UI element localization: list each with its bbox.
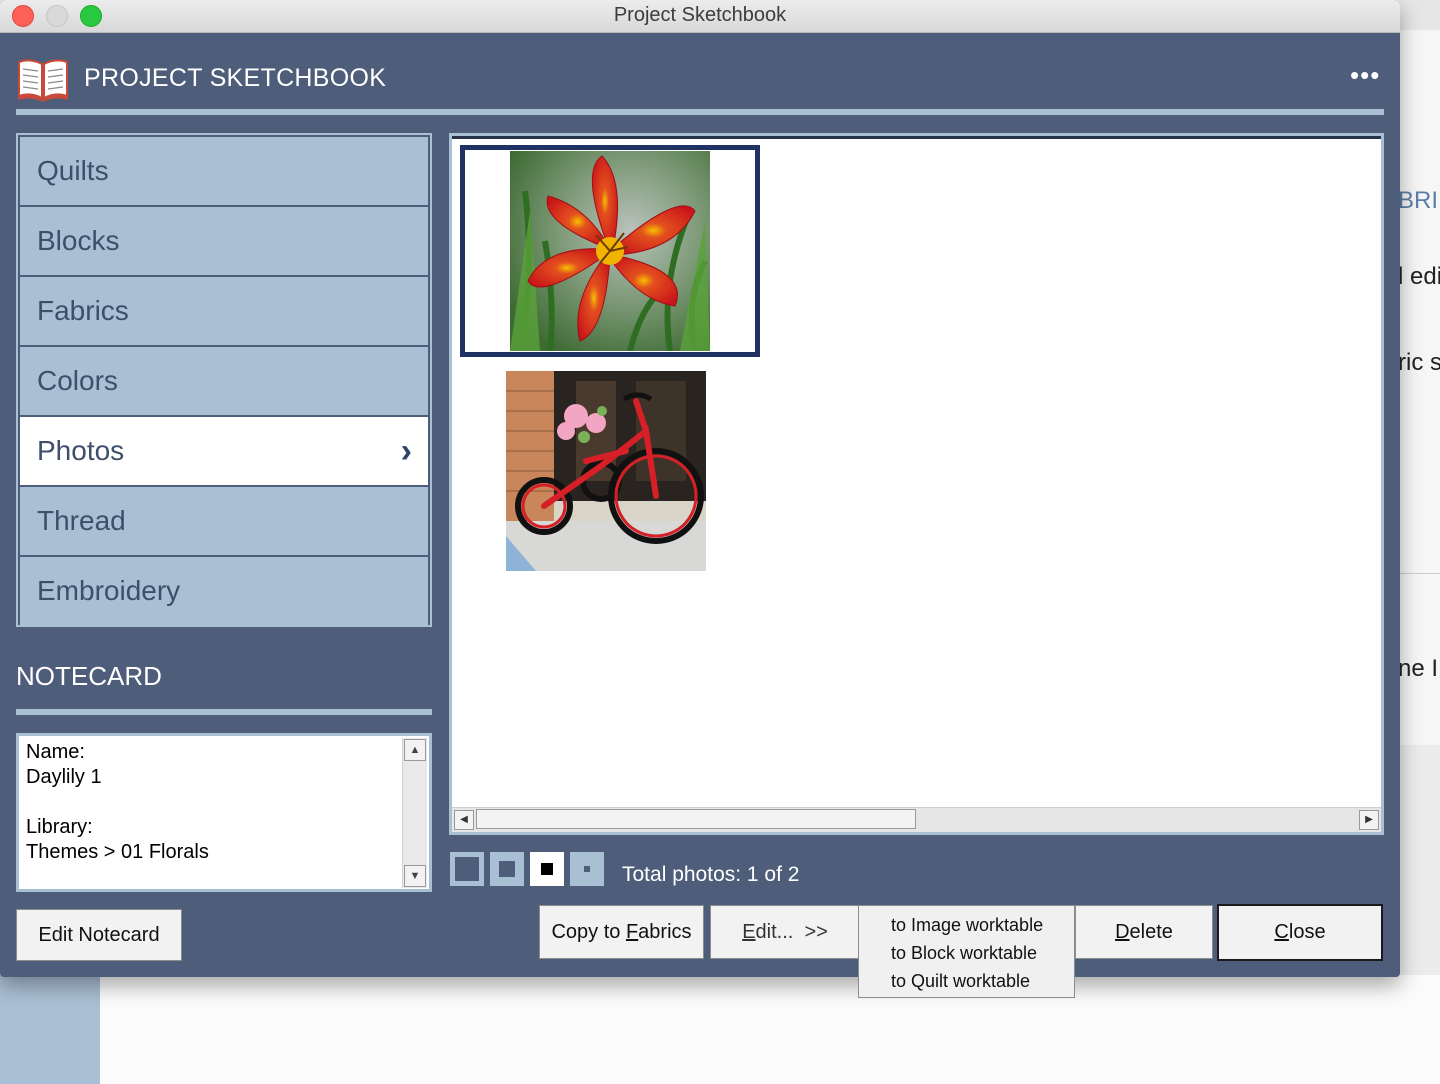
edit-dropdown-button[interactable]: Edit... >> xyxy=(710,905,860,959)
red-daylily-photo xyxy=(510,151,710,351)
title-bar[interactable]: Project Sketchbook xyxy=(0,0,1400,33)
view-large-thumbnails-button[interactable] xyxy=(450,852,484,886)
edit-menu: to Image worktable to Block worktable to… xyxy=(858,905,1075,998)
notecard-title: NOTECARD xyxy=(16,661,162,691)
close-button[interactable]: Close xyxy=(1217,904,1383,961)
category-embroidery[interactable]: Embroidery xyxy=(20,557,428,625)
background-window-edge xyxy=(1400,0,1440,30)
category-thread[interactable]: Thread xyxy=(20,487,428,555)
category-quilts[interactable]: Quilts xyxy=(20,137,428,205)
background-divider xyxy=(1396,573,1440,574)
background-window: BRI l edi ric s ne I xyxy=(1396,30,1440,745)
category-fabrics[interactable]: Fabrics xyxy=(20,277,428,345)
category-label: Embroidery xyxy=(37,575,181,606)
button-label: abrics xyxy=(638,921,692,943)
category-colors[interactable]: Colors xyxy=(20,347,428,415)
background-sidebar xyxy=(0,975,100,1084)
button-label: elete xyxy=(1129,921,1173,943)
category-label: Photos xyxy=(37,435,125,466)
photo-thumbnail-selected[interactable] xyxy=(460,145,760,357)
category-label: Blocks xyxy=(37,225,120,256)
category-photos[interactable]: Photos › xyxy=(20,417,428,485)
header-title: PROJECT SKETCHBOOK xyxy=(84,64,387,92)
button-mnemonic: C xyxy=(1274,921,1289,943)
edit-notecard-button[interactable]: Edit Notecard xyxy=(16,909,182,961)
view-small-thumbnails-button[interactable] xyxy=(530,852,564,886)
button-mnemonic: E xyxy=(742,921,756,943)
view-medium-thumbnails-button[interactable] xyxy=(490,852,524,886)
background-text-fragment: ric s xyxy=(1398,349,1440,376)
background-text-fragment: BRI xyxy=(1398,187,1439,214)
category-label: Colors xyxy=(37,365,118,396)
menu-item-to-quilt-worktable[interactable]: to Quilt worktable xyxy=(891,971,1030,992)
button-mnemonic: D xyxy=(1115,921,1130,943)
more-options-icon[interactable]: ••• xyxy=(1350,62,1386,88)
notecard-text-box[interactable]: Name: Daylily 1 Library: Themes > 01 Flo… xyxy=(16,733,432,892)
photo-gallery: ◀ ▶ xyxy=(449,133,1384,835)
notecard-text: Name: Daylily 1 Library: Themes > 01 Flo… xyxy=(26,741,209,863)
gallery-top-border xyxy=(452,136,1381,139)
scroll-up-icon[interactable]: ▲ xyxy=(404,739,426,761)
smallest-square-icon xyxy=(584,866,590,872)
menu-item-to-image-worktable[interactable]: to Image worktable xyxy=(891,915,1043,936)
scroll-right-icon[interactable]: ▶ xyxy=(1359,810,1379,830)
delete-button[interactable]: Delete xyxy=(1075,905,1213,959)
category-label: Fabrics xyxy=(37,295,129,326)
project-sketchbook-window: Project Sketchbook PROJECT SKETCHBOOK ••… xyxy=(0,0,1400,998)
copy-to-fabrics-button[interactable]: Copy to Fabrics xyxy=(539,905,704,959)
button-label: dit... >> xyxy=(755,921,828,943)
header-divider xyxy=(16,109,1384,115)
gallery-horizontal-scrollbar[interactable]: ◀ ▶ xyxy=(452,807,1381,832)
open-book-icon xyxy=(18,59,68,102)
notecard-divider xyxy=(16,709,432,715)
category-blocks[interactable]: Blocks xyxy=(20,207,428,275)
notecard-scrollbar[interactable]: ▲ ▼ xyxy=(402,738,427,888)
large-square-icon xyxy=(455,857,479,881)
background-area xyxy=(0,975,1440,1084)
window-title: Project Sketchbook xyxy=(613,4,787,26)
total-photos-count: Total photos: 1 of 2 xyxy=(622,863,800,886)
medium-square-icon xyxy=(499,861,515,877)
button-mnemonic: F xyxy=(625,921,639,943)
scroll-down-icon[interactable]: ▼ xyxy=(404,865,426,887)
scrollbar-thumb[interactable] xyxy=(476,809,916,829)
red-tricycle-photo[interactable] xyxy=(506,371,706,571)
background-text-fragment: l edi xyxy=(1398,263,1440,290)
button-label: Copy to xyxy=(551,921,626,943)
menu-item-to-block-worktable[interactable]: to Block worktable xyxy=(891,943,1037,964)
small-square-icon xyxy=(541,863,553,875)
button-label: lose xyxy=(1288,921,1326,943)
category-label: Thread xyxy=(37,505,126,536)
scroll-left-icon[interactable]: ◀ xyxy=(454,810,474,830)
background-text-fragment: ne I xyxy=(1398,655,1439,682)
chevron-right-icon: › xyxy=(400,432,412,470)
category-list: Quilts Blocks Fabrics Colors Photos › Thr… xyxy=(16,133,432,627)
category-label: Quilts xyxy=(37,155,109,186)
view-smallest-thumbnails-button[interactable] xyxy=(570,852,604,886)
